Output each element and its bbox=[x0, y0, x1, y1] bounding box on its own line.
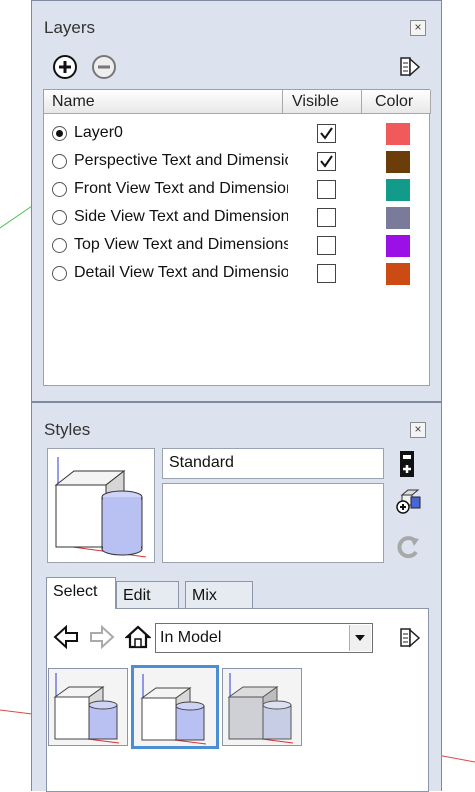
style-name-value: Standard bbox=[169, 454, 234, 471]
visible-column-header[interactable]: Visible bbox=[283, 90, 362, 114]
details-arrow-icon[interactable] bbox=[399, 55, 421, 79]
layer-name[interactable]: Perspective Text and Dimensions bbox=[74, 152, 288, 170]
layer-color-swatch[interactable] bbox=[386, 263, 410, 285]
style-tab-strip: Select Edit Mix bbox=[46, 577, 426, 609]
tab-mix[interactable]: Mix bbox=[185, 581, 253, 609]
tab-mix-label: Mix bbox=[192, 587, 217, 604]
check-icon bbox=[320, 155, 333, 168]
close-icon[interactable]: × bbox=[410, 422, 426, 438]
layer-color-swatch[interactable] bbox=[386, 179, 410, 201]
collection-select[interactable]: In Model bbox=[155, 623, 373, 653]
name-column-label: Name bbox=[52, 93, 95, 110]
back-arrow-icon[interactable] bbox=[53, 624, 79, 650]
refresh-icon[interactable] bbox=[395, 533, 423, 561]
layer-name[interactable]: Front View Text and Dimensions bbox=[74, 180, 288, 198]
tab-select[interactable]: Select bbox=[46, 577, 116, 609]
style-preview-image bbox=[54, 457, 147, 558]
visible-checkbox[interactable] bbox=[317, 124, 336, 143]
style-preview bbox=[47, 448, 155, 563]
layers-table: Name Visible Color Layer0 Perspective Te… bbox=[43, 89, 431, 386]
collection-select-value: In Model bbox=[160, 629, 222, 646]
active-layer-radio[interactable] bbox=[52, 154, 67, 169]
layer-name[interactable]: Detail View Text and Dimensions bbox=[74, 264, 288, 282]
color-column-header[interactable]: Color bbox=[362, 90, 431, 114]
tab-edit-label: Edit bbox=[123, 587, 151, 604]
active-layer-radio[interactable] bbox=[52, 182, 67, 197]
layer-color-swatch[interactable] bbox=[386, 123, 410, 145]
style-thumbnail-icon[interactable] bbox=[48, 668, 128, 746]
visible-checkbox[interactable] bbox=[317, 180, 336, 199]
layer-name[interactable]: Layer0 bbox=[74, 124, 288, 142]
layers-panel: Layers × Name Visible Color Layer0 Persp… bbox=[31, 0, 442, 402]
layer-row[interactable]: Top View Text and Dimensions bbox=[44, 232, 429, 260]
visible-checkbox[interactable] bbox=[317, 152, 336, 171]
visible-column-label: Visible bbox=[292, 93, 339, 110]
home-icon[interactable] bbox=[125, 624, 151, 650]
tab-edit[interactable]: Edit bbox=[116, 581, 179, 609]
active-layer-radio[interactable] bbox=[52, 238, 67, 253]
add-layer-icon[interactable] bbox=[52, 54, 78, 80]
tab-select-label: Select bbox=[53, 583, 98, 600]
style-name-field[interactable]: Standard bbox=[162, 448, 384, 479]
color-column-label: Color bbox=[375, 93, 414, 110]
layer-row[interactable]: Detail View Text and Dimensions bbox=[44, 260, 429, 288]
layer-name[interactable]: Side View Text and Dimensions bbox=[74, 208, 288, 226]
style-description-field[interactable] bbox=[162, 483, 384, 563]
style-thumbnail-image bbox=[53, 673, 120, 744]
active-layer-radio[interactable] bbox=[52, 266, 67, 281]
details-arrow-icon[interactable] bbox=[399, 626, 421, 650]
layer-color-swatch[interactable] bbox=[386, 207, 410, 229]
name-column-header[interactable]: Name bbox=[44, 90, 283, 114]
update-style-icon[interactable] bbox=[394, 487, 424, 517]
style-thumbnail-icon[interactable] bbox=[131, 665, 219, 749]
chevron-down-icon bbox=[355, 635, 365, 641]
style-thumbnails bbox=[48, 664, 427, 752]
layer-row[interactable]: Layer0 bbox=[44, 120, 429, 148]
layers-panel-title: Layers bbox=[44, 18, 96, 37]
visible-checkbox[interactable] bbox=[317, 236, 336, 255]
style-browser: In Model bbox=[46, 608, 429, 792]
styles-panel: Styles × Standard Select Edit Mix In Mod… bbox=[31, 402, 442, 792]
style-thumbnail-image bbox=[227, 673, 294, 744]
remove-layer-icon[interactable] bbox=[91, 54, 117, 80]
check-icon bbox=[320, 127, 333, 140]
layer-row[interactable]: Perspective Text and Dimensions bbox=[44, 148, 429, 176]
layer-row[interactable]: Front View Text and Dimensions bbox=[44, 176, 429, 204]
layer-color-swatch[interactable] bbox=[386, 235, 410, 257]
forward-arrow-icon[interactable] bbox=[89, 624, 115, 650]
styles-panel-title: Styles bbox=[44, 420, 91, 439]
style-thumbnail-icon[interactable] bbox=[222, 668, 302, 746]
style-thumbnail-image bbox=[140, 674, 207, 745]
dropdown-button[interactable] bbox=[349, 625, 371, 651]
close-icon[interactable]: × bbox=[410, 20, 426, 36]
active-layer-radio[interactable] bbox=[52, 210, 67, 225]
visible-checkbox[interactable] bbox=[317, 264, 336, 283]
layer-row[interactable]: Side View Text and Dimensions bbox=[44, 204, 429, 232]
layer-color-swatch[interactable] bbox=[386, 151, 410, 173]
create-style-icon[interactable] bbox=[396, 449, 420, 479]
active-layer-radio[interactable] bbox=[52, 126, 67, 141]
visible-checkbox[interactable] bbox=[317, 208, 336, 227]
radio-dot bbox=[56, 130, 63, 137]
layer-name[interactable]: Top View Text and Dimensions bbox=[74, 236, 288, 254]
